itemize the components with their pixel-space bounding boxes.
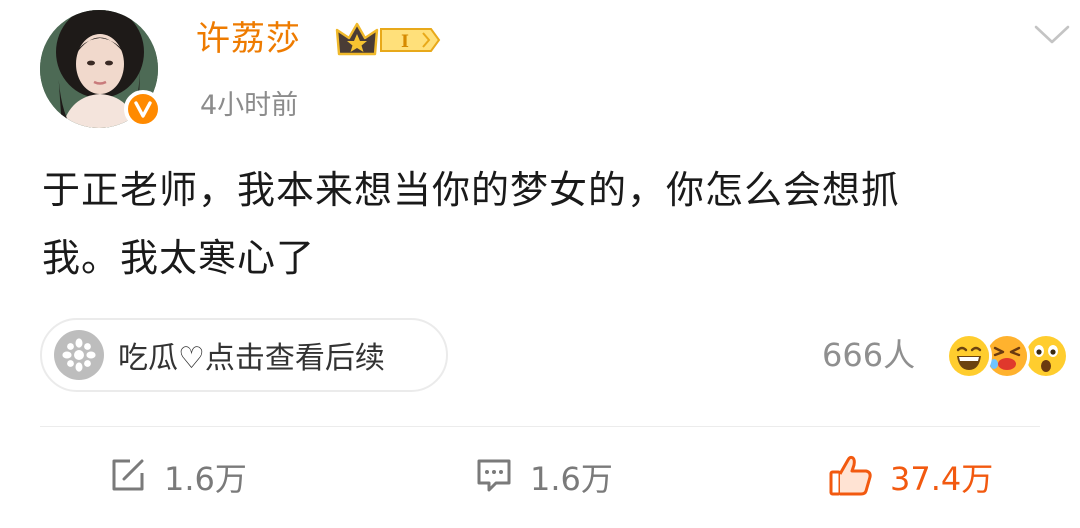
verified-v-icon: [124, 90, 162, 128]
reaction-count[interactable]: 666人: [822, 334, 915, 376]
post-text-line-2: 我。我太寒心了: [42, 236, 316, 280]
like-count: 37.4万: [890, 460, 994, 498]
repost-button[interactable]: 1.6万: [108, 448, 247, 506]
grinning-face-icon[interactable]: [946, 333, 992, 379]
chevron-down-icon[interactable]: [1033, 22, 1071, 48]
comment-icon: [474, 455, 514, 499]
action-bar-divider: [40, 426, 1040, 427]
comment-button[interactable]: 1.6万: [474, 448, 613, 506]
badge-level-text: I: [401, 32, 409, 52]
repost-count: 1.6万: [164, 460, 247, 498]
repost-icon: [108, 455, 148, 499]
author-avatar[interactable]: [40, 10, 162, 128]
crown-badge-icon[interactable]: I: [335, 20, 443, 60]
like-button[interactable]: 37.4万: [828, 448, 993, 506]
melon-icon: [54, 330, 104, 380]
thumbs-up-icon: [828, 452, 874, 502]
weibo-post-card: 许荔莎 I 4小时前 于正老师，我本来想当你的梦女的，你怎么会想抓 我。我太寒心…: [0, 0, 1080, 528]
post-body: 于正老师，我本来想当你的梦女的，你怎么会想抓 我。我太寒心了: [42, 156, 1042, 292]
post-timestamp: 4小时前: [200, 90, 299, 121]
comment-count: 1.6万: [530, 460, 613, 498]
author-name[interactable]: 许荔莎: [196, 14, 301, 64]
topic-link-label: 吃瓜♡点击查看后续: [118, 341, 385, 376]
topic-link-button[interactable]: 吃瓜♡点击查看后续: [40, 318, 448, 392]
post-text-line-1: 于正老师，我本来想当你的梦女的，你怎么会想抓: [42, 168, 901, 212]
